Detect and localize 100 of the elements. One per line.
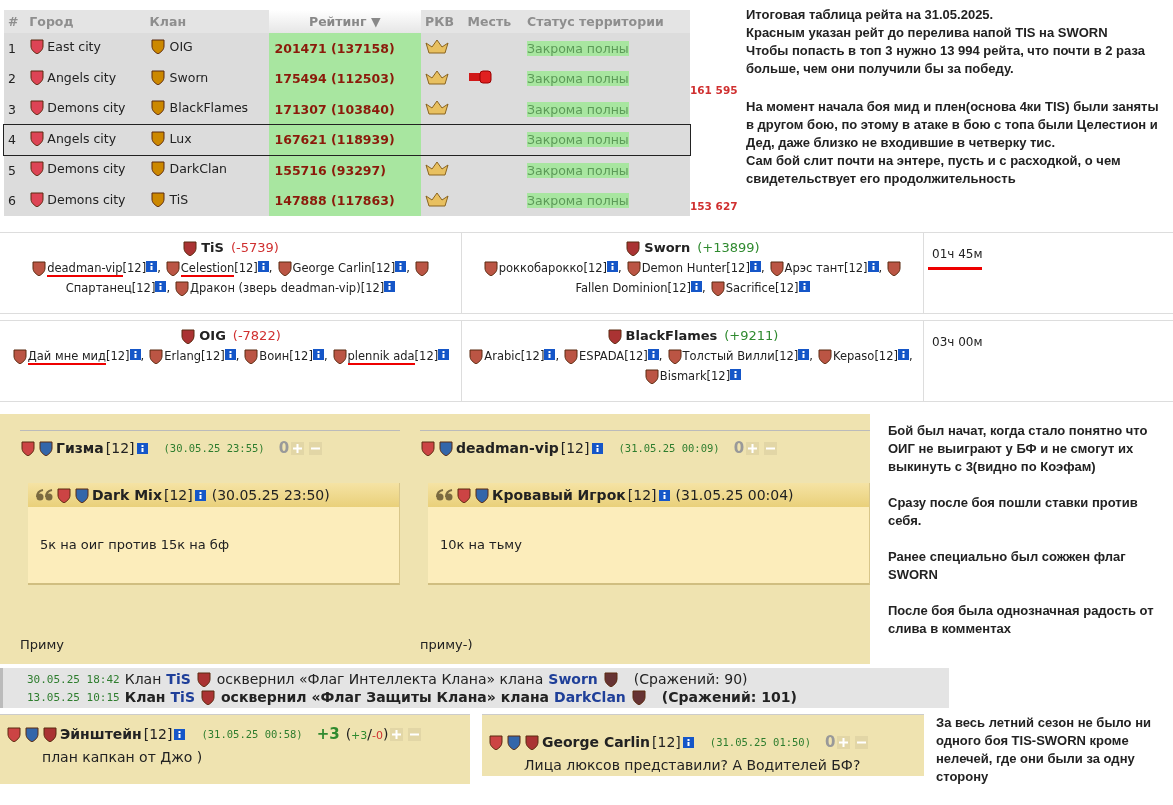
player-name[interactable]: plennik ada [347,349,415,365]
separator: , [235,349,240,363]
table-cell: 1 [4,33,26,64]
player-level: [12] [360,281,385,295]
vote-tally: (+3/-0) [345,726,389,742]
emblem-icon [606,328,623,344]
emblem-icon [456,487,472,503]
author-level: [12] [163,487,193,503]
player-name[interactable]: Fallen Dominion [575,281,668,295]
rating-cell: 171307 (103840) [268,94,421,125]
player-name[interactable]: Дай мне мид [27,349,106,365]
comment-author[interactable]: George Carlin [542,734,651,750]
battle-count: (Сражений: 101) [661,689,797,705]
city-emblem-icon [29,39,46,55]
clan-name: Sworn [644,239,691,257]
player-name[interactable]: Erlang [164,349,202,363]
comment-score: 0 [825,733,836,751]
territory-status: Закрома полны [527,193,629,209]
player-name[interactable]: Kepaso [832,349,875,363]
clan-emblem-icon [149,69,166,85]
player-name[interactable]: Арэс тант [784,261,844,275]
comment-text: план капкан от Джо ) [42,749,204,765]
crown-icon [425,100,449,116]
event-date: 13.05.25 10:15 [27,690,120,704]
emblem-icon [506,734,522,750]
comment-text: Приму [20,637,65,654]
table-cell: 3 [4,94,26,125]
comment-score: 0 [733,439,745,457]
comment-author[interactable]: Гизма [56,440,104,456]
rating-cell: 201471 (137158) [268,33,421,64]
emblem-icon [182,240,199,256]
vote-buttons-icon [837,735,870,749]
note-text: После боя была однозначная радость от слива в комментах [888,602,1155,638]
quote-date: (31.05.25 00:04) [675,487,794,503]
city-emblem-icon [29,100,46,116]
player-name[interactable]: роккобарокко [498,261,584,275]
author-level: [12] [627,487,657,503]
comment-text: Лица люксов представили? А Водителей БФ? [524,757,862,773]
crown-icon [425,69,449,85]
event-text: осквернил «Флаг Интеллекта Клана» клана [216,671,544,687]
quote-date: (30.05.25 23:50) [211,487,330,503]
separator: , [323,349,328,363]
separator: , [140,349,145,363]
player-name[interactable]: Celestion [180,261,235,277]
vote-buttons-icon [291,441,324,455]
emblem-icon [816,349,833,364]
comment-date: (31.05.25 00:58) [201,728,303,740]
clan-emblem-icon [149,161,166,177]
rating-cell: 175494 (112503) [268,63,421,94]
player-name[interactable]: Sacrifice [725,281,775,295]
clan-link[interactable]: TiS [170,689,195,705]
comment-score: +3 [316,725,340,743]
emblem-icon [488,734,504,750]
city-name: Angels city [47,69,117,85]
emblem-icon [148,349,165,364]
quote-text: 5к на оиг против 15к на бф [39,536,230,552]
comment-author[interactable]: deadman-vip [456,440,559,456]
crown-icon [425,39,449,55]
rating-change: (-5739) [230,239,279,257]
info-icon [798,281,810,292]
separator: , [909,349,913,363]
clan-link[interactable]: TiS [166,671,191,687]
emblem-icon [276,261,293,276]
player-name[interactable]: George Carlin [292,261,372,275]
player-name[interactable]: Толстый Вилли [682,349,775,363]
note-text: Ранее специально был сожжен флаг SWORN [888,548,1127,584]
info-icon [395,261,407,272]
city-emblem-icon [29,69,46,85]
comment-author[interactable]: Эйнштейн [60,726,142,742]
separator: , [702,281,706,295]
note-text: Чтобы попасть в топ 3 нужно 13 994 рейта, что почти в 2 раза больше, чем они получили бы за победу. [746,42,1146,78]
player-name[interactable]: Дракон (зверь deadman-vip) [190,281,361,295]
player-name[interactable]: Arabic [484,349,521,363]
rating-change: (+9211) [724,327,779,345]
player-name[interactable]: Bismark [659,369,707,383]
separator: , [555,349,560,363]
player-name[interactable]: Воин [259,349,290,363]
player-name[interactable]: deadman-vip [47,261,123,277]
note-text: На момент начала боя мид и плен(основа 4ки TIS) были заняты в другом бою, по этому в атаке в бою с топа были Целестион и Дед, даже близко не входившие в четверку тис. [746,98,1160,152]
player-level: [12] [726,261,750,275]
info-icon [898,349,909,360]
emblem-icon [74,487,90,503]
player-name[interactable]: ESPADA [579,349,625,363]
city-name: Demons city [47,161,126,177]
emblem-icon [666,349,683,364]
player-name[interactable]: Спартанец [65,281,132,295]
player-level: [12] [414,349,439,363]
clan-link[interactable]: DarkClan [554,689,626,705]
emblem-icon [438,440,454,456]
info-icon [146,261,158,272]
player-name[interactable]: Demon Hunter [641,261,727,275]
quote-text: 10к на тьму [439,536,523,552]
info-icon [129,349,141,360]
clan-link[interactable]: Sworn [548,671,598,687]
info-icon [155,281,167,292]
emblem-icon [474,487,490,503]
city-name: Angels city [47,130,117,146]
annotation-number: 161 595 [690,83,738,96]
player-level: [12] [122,261,147,275]
info-icon [194,489,206,501]
